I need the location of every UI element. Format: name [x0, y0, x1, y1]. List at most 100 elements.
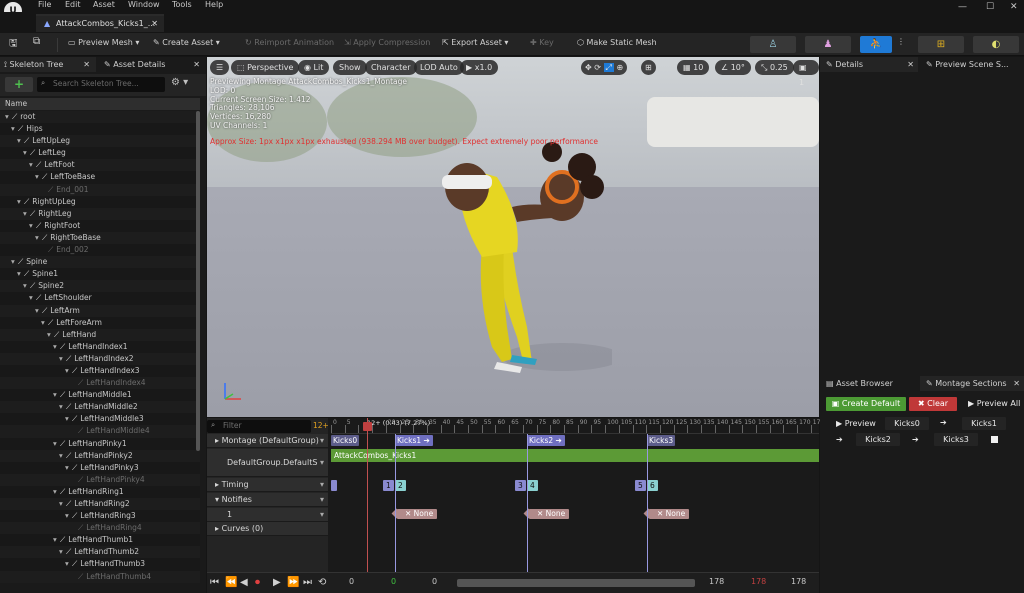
view-end-frame[interactable]: 178 [709, 577, 724, 586]
expand-arrow-icon[interactable]: ▸ [215, 480, 219, 489]
curves-track-row[interactable]: ▸ Curves (0) [207, 522, 328, 536]
section-kicks1[interactable]: Kicks1 [962, 417, 1006, 430]
preview-all-button[interactable]: ▶ Preview All [968, 399, 1020, 408]
bone-row[interactable]: ▾ ⟋ Spine2 [0, 280, 200, 293]
bone-row[interactable]: ▾ ⟋ LeftHandIndex3 [0, 364, 200, 378]
expand-arrow-icon[interactable]: ▾ [59, 546, 66, 558]
bone-row[interactable]: ▾ ⟋ LeftUpLeg [0, 135, 200, 148]
expand-arrow-icon[interactable]: ▾ [29, 292, 36, 304]
bone-row[interactable]: ▾ ⟋ RightUpLeg [0, 195, 200, 208]
first-frame-icon[interactable]: ⏮ [210, 577, 219, 588]
expand-arrow-icon[interactable]: ▾ [65, 413, 72, 425]
expand-arrow-icon[interactable]: ▾ [65, 510, 72, 522]
expand-arrow-icon[interactable]: ▾ [17, 268, 24, 280]
clear-button[interactable]: ✖ Clear [909, 397, 957, 411]
expand-arrow-icon[interactable]: ▾ [17, 135, 24, 147]
section-track[interactable]: Kicks0 Kicks1 ➔ Kicks2 ➔ Kicks3 [331, 435, 819, 448]
tree-scrollbar[interactable] [196, 111, 200, 451]
bone-row[interactable]: ▾ ⟋ Hips [0, 123, 200, 136]
expand-arrow-icon[interactable]: ▾ [53, 486, 60, 498]
section-segment[interactable]: Kicks0 [331, 435, 359, 446]
blueprint-mode-icon[interactable]: ⊞ [918, 36, 964, 53]
expand-arrow-icon[interactable]: ▾ [53, 438, 60, 450]
timing-track[interactable]: 12 34 56 [331, 478, 819, 492]
timing-marker[interactable]: 1 [383, 480, 394, 491]
loop-icon[interactable]: ⟲ [318, 577, 326, 588]
bone-row[interactable]: ▾ ⟋ LeftHandThumb1 [0, 534, 200, 547]
bone-row[interactable]: ▾ ⟋ LeftHandPinky1 [0, 437, 200, 450]
expand-arrow-icon[interactable]: ▾ [215, 495, 219, 504]
bone-row[interactable]: ⟋ LeftHandRing4 [0, 522, 200, 535]
expand-arrow-icon[interactable]: ▾ [11, 123, 18, 135]
section-kicks3[interactable]: Kicks3 [934, 433, 978, 446]
timing-marker-stub[interactable] [331, 480, 337, 491]
dropdown-icon[interactable]: ▾ [320, 493, 324, 507]
notify-event[interactable]: ✕ None [397, 509, 438, 519]
document-tab[interactable]: ▲ AttackCombos_Kicks1_... ✕ [36, 14, 164, 32]
notify-event[interactable]: ✕ None [529, 509, 570, 519]
create-asset-button[interactable]: ✎ Create Asset ▾ [153, 38, 220, 47]
expand-arrow-icon[interactable]: ▾ [65, 558, 72, 570]
close-tab-icon[interactable]: ✕ [907, 60, 914, 69]
last-frame-icon[interactable]: ⏭ [303, 577, 312, 588]
bone-row[interactable]: ▾ ⟋ LeftHandPinky2 [0, 449, 200, 462]
close-tab-icon[interactable]: ✕ [1013, 379, 1020, 388]
expand-arrow-icon[interactable]: ▾ [59, 401, 66, 413]
menu-file[interactable]: File [38, 0, 51, 9]
preview-button[interactable]: ▶ Preview [836, 419, 876, 428]
playhead-line[interactable] [367, 418, 368, 578]
animation-segment[interactable]: AttackCombos_Kicks1 [331, 449, 819, 462]
tab-asset-details[interactable]: ✎ Asset Details ✕ [100, 57, 206, 72]
dropdown-icon[interactable]: ▾ [320, 478, 324, 492]
next-key-icon[interactable]: ⏩ [287, 577, 299, 588]
bone-row[interactable]: ▾ ⟋ LeftToeBase [0, 171, 200, 184]
minimize-button[interactable]: — [958, 2, 967, 12]
apply-compression-button[interactable]: ⇲ Apply Compression [344, 38, 430, 47]
mesh-mode-icon[interactable]: ♟ [805, 36, 851, 53]
preview-viewport[interactable]: ☰ ⬚ Perspective ◉ Lit Show Character LOD… [207, 57, 819, 417]
bone-row[interactable]: ▾ ⟋ LeftHandPinky3 [0, 461, 200, 474]
camera-speed-button[interactable]: ▣ 1 [793, 60, 819, 87]
close-tab-icon[interactable]: ✕ [193, 60, 200, 69]
close-tab-icon[interactable]: ✕ [151, 19, 158, 28]
section-kicks2[interactable]: Kicks2 [856, 433, 900, 446]
bone-row[interactable]: ▾ ⟋ RightFoot [0, 219, 200, 232]
more-options-icon[interactable]: ⋮ [897, 37, 905, 46]
expand-arrow-icon[interactable]: ▾ [41, 317, 48, 329]
montage-track-row[interactable]: ▸ Montage (DefaultGroup) ▾ [207, 434, 328, 448]
timeline-scrollbar[interactable] [457, 579, 695, 587]
bone-row[interactable]: ▾ ⟋ LeftHandMiddle3 [0, 413, 200, 426]
bone-row[interactable]: ▾ ⟋ LeftHandRing1 [0, 485, 200, 498]
lit-button[interactable]: ◉ Lit [298, 60, 330, 75]
show-button[interactable]: Show [333, 60, 367, 75]
dropdown-icon[interactable]: ▾ [320, 508, 324, 522]
bone-row[interactable]: ⟋ LeftHandPinky4 [0, 473, 200, 486]
notify-track[interactable]: ✕ None ✕ None ✕ None [331, 507, 819, 521]
bone-row[interactable]: ▾ ⟋ LeftFoot [0, 159, 200, 172]
bone-row[interactable]: ▾ ⟋ LeftHandMiddle2 [0, 401, 200, 414]
create-default-button[interactable]: ▣ Create Default [826, 397, 906, 411]
menu-asset[interactable]: Asset [93, 0, 115, 9]
playhead-handle[interactable] [363, 422, 372, 431]
menu-edit[interactable]: Edit [65, 0, 81, 9]
timing-marker[interactable]: 2 [395, 480, 406, 491]
prev-key-icon[interactable]: ⏪ [225, 577, 237, 588]
section-segment[interactable]: Kicks1 ➔ [395, 435, 433, 446]
name-column-header[interactable]: Name [0, 98, 200, 110]
perspective-button[interactable]: ⬚ Perspective [231, 60, 300, 75]
export-asset-button[interactable]: ⇱ Export Asset ▾ [442, 38, 508, 47]
slot-track-row[interactable]: DefaultGroup.DefaultS ▾ [207, 449, 328, 477]
start-frame[interactable]: 0 [349, 577, 354, 586]
timing-marker[interactable]: 4 [527, 480, 538, 491]
preview-mesh-button[interactable]: ▭ Preview Mesh ▾ [68, 38, 139, 47]
close-window-button[interactable]: ✕ [1010, 2, 1018, 12]
expand-arrow-icon[interactable]: ▾ [59, 498, 66, 510]
section-segment[interactable]: Kicks3 [647, 435, 675, 446]
tab-skeleton-tree[interactable]: ⟟ Skeleton Tree ✕ [0, 57, 96, 72]
tab-montage-sections[interactable]: ✎ Montage Sections ✕ [920, 376, 1024, 391]
scale-tool-icon[interactable]: ⤢ [603, 63, 614, 72]
end-section-checkbox[interactable] [991, 436, 998, 443]
bone-row[interactable]: ⟋ End_002 [0, 244, 200, 257]
physics-mode-icon[interactable]: ◐ [973, 36, 1019, 53]
key-button[interactable]: ✚ Key [530, 38, 554, 47]
